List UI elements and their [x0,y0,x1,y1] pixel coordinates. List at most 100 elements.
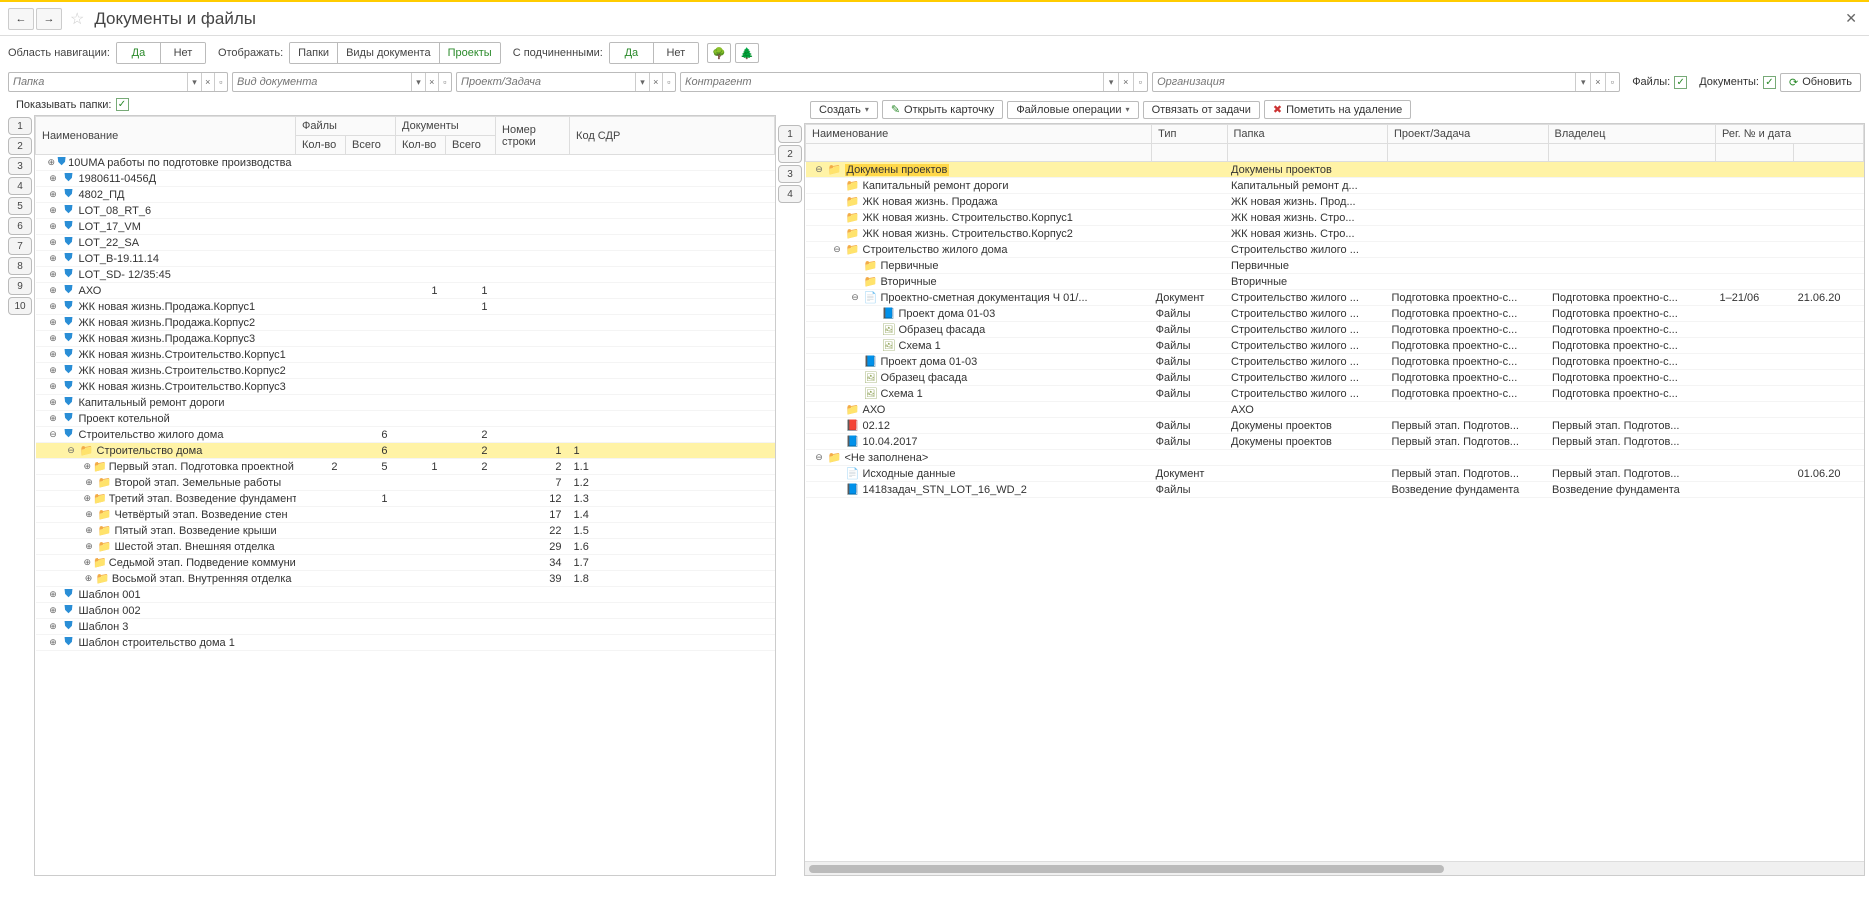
clear-icon[interactable]: × [1590,73,1605,91]
expand-icon[interactable]: ⊕ [48,317,59,328]
table-row[interactable]: ⊖⛊Строительство жилого дома62 [36,427,775,443]
level-button-3[interactable]: 3 [8,157,32,175]
clear-icon[interactable]: × [1118,73,1133,91]
table-row[interactable]: ⊕⛊Шаблон 001 [36,587,775,603]
nav-no-button[interactable]: Нет [161,43,205,63]
table-row[interactable]: ⊕📁Восьмой этап. Внутренняя отделка391.8 [36,571,775,587]
table-row[interactable]: ⊖📄Проектно-сметная документация Ч 01/...… [806,290,1864,306]
col-docs[interactable]: Документы [396,117,496,136]
expand-icon[interactable]: ⊕ [48,301,59,312]
expand-icon[interactable] [832,484,843,495]
dropdown-icon[interactable]: ▾ [1575,73,1590,91]
project-filter-input[interactable] [457,73,635,91]
expand-icon[interactable]: ⊕ [48,269,59,280]
expand-icon[interactable] [850,276,861,287]
table-row[interactable]: ⊖📁Строительство жилого домаСтроительство… [806,242,1864,258]
create-button[interactable]: Создать▾ [810,101,878,119]
dropdown-icon[interactable]: ▾ [635,73,648,91]
nav-forward-button[interactable]: → [36,8,62,30]
table-row[interactable]: ⊕⛊ЖК новая жизнь.Продажа.Корпус3 [36,331,775,347]
table-row[interactable]: 🖼Схема 1ФайлыСтроительство жилого ...Под… [806,338,1864,354]
expand-icon[interactable] [850,356,861,367]
col-owner[interactable]: Владелец [1548,125,1715,144]
expand-icon[interactable] [850,388,861,399]
expand-icon[interactable] [832,180,843,191]
col-sdr[interactable]: Код СДР [570,117,775,155]
level-button-4[interactable]: 4 [8,177,32,195]
expand-icon[interactable]: ⊕ [84,541,95,552]
expand-icon[interactable]: ⊕ [48,413,59,424]
table-row[interactable]: ⊕📁Второй этап. Земельные работы71.2 [36,475,775,491]
expand-icon[interactable]: ⊕ [48,157,56,168]
counterparty-filter-input[interactable] [681,73,1103,91]
org-filter[interactable]: ▾ × ▫ [1152,72,1620,92]
refresh-button[interactable]: ⟳ Обновить [1780,73,1861,92]
expand-icon[interactable] [832,436,843,447]
level-button-3[interactable]: 3 [778,165,802,183]
table-row[interactable]: 📄Исходные данныеДокументПервый этап. Под… [806,466,1864,482]
expand-icon[interactable]: ⊕ [84,557,92,568]
level-button-4[interactable]: 4 [778,185,802,203]
expand-icon[interactable]: ⊕ [48,621,59,632]
expand-icon[interactable]: ⊕ [48,221,59,232]
col-project[interactable]: Проект/Задача [1388,125,1549,144]
level-button-5[interactable]: 5 [8,197,32,215]
expand-icon[interactable]: ⊕ [48,253,59,264]
level-button-2[interactable]: 2 [778,145,802,163]
open-card-button[interactable]: ✎ Открыть карточку [882,100,1003,119]
table-row[interactable]: ⊕⛊4802_ПД [36,187,775,203]
expand-icon[interactable]: ⊕ [48,189,59,200]
expand-icon[interactable]: ⊕ [48,381,59,392]
expand-icon[interactable] [850,372,861,383]
table-row[interactable]: ⊕⛊ЖК новая жизнь.Продажа.Корпус11 [36,299,775,315]
table-row[interactable]: ⊕⛊Капитальный ремонт дороги [36,395,775,411]
children-yes-button[interactable]: Да [610,43,654,63]
level-button-10[interactable]: 10 [8,297,32,315]
files-checkbox[interactable]: ✓ [1674,76,1687,89]
clear-icon[interactable]: × [201,73,214,91]
expand-icon[interactable]: ⊕ [48,173,59,184]
open-icon[interactable]: ▫ [662,73,675,91]
expand-icon[interactable]: ⊕ [84,573,94,584]
expand-icon[interactable] [832,468,843,479]
nav-yes-button[interactable]: Да [117,43,161,63]
expand-icon[interactable]: ⊖ [832,244,843,255]
open-icon[interactable]: ▫ [438,73,451,91]
children-no-button[interactable]: Нет [654,43,698,63]
display-doctypes-button[interactable]: Виды документа [338,43,440,63]
tree-add-icon-button[interactable]: 🌲 [735,43,759,63]
favorite-icon[interactable]: ☆ [70,9,84,29]
display-projects-button[interactable]: Проекты [440,43,500,63]
expand-icon[interactable] [832,420,843,431]
table-row[interactable]: 📁ЖК новая жизнь. Строительство.Корпус2ЖК… [806,226,1864,242]
nav-back-button[interactable]: ← [8,8,34,30]
table-row[interactable]: 📁ЖК новая жизнь. ПродажаЖК новая жизнь. … [806,194,1864,210]
table-row[interactable]: ⊕⛊ЖК новая жизнь.Строительство.Корпус3 [36,379,775,395]
expand-icon[interactable]: ⊕ [48,285,59,296]
table-row[interactable]: 🖼Образец фасадаФайлыСтроительство жилого… [806,370,1864,386]
table-row[interactable]: ⊖📁Строительство дома6211 [36,443,775,459]
table-row[interactable]: ⊕⛊ЖК новая жизнь.Продажа.Корпус2 [36,315,775,331]
expand-icon[interactable]: ⊕ [84,525,95,536]
counterparty-filter[interactable]: ▾ × ▫ [680,72,1148,92]
expand-icon[interactable]: ⊕ [48,237,59,248]
mark-delete-button[interactable]: ✖ Пометить на удаление [1264,100,1411,119]
table-row[interactable]: 📁Капитальный ремонт дорогиКапитальный ре… [806,178,1864,194]
table-row[interactable]: 📘Проект дома 01-03ФайлыСтроительство жил… [806,354,1864,370]
table-row[interactable]: ⊕⛊ЖК новая жизнь.Строительство.Корпус2 [36,363,775,379]
table-row[interactable]: ⊕⛊LOT_08_RT_6 [36,203,775,219]
level-button-2[interactable]: 2 [8,137,32,155]
col-files[interactable]: Файлы [296,117,396,136]
table-row[interactable]: 📁ВторичныеВторичные [806,274,1864,290]
dropdown-icon[interactable]: ▾ [1103,73,1118,91]
expand-icon[interactable]: ⊕ [84,509,95,520]
col-name[interactable]: Наименование [36,117,296,155]
dropdown-icon[interactable]: ▾ [411,73,424,91]
open-icon[interactable]: ▫ [214,73,227,91]
close-button[interactable]: ✕ [1841,6,1861,31]
expand-icon[interactable]: ⊕ [48,605,59,616]
table-row[interactable]: 📕02.12ФайлыДокумены проектовПервый этап.… [806,418,1864,434]
table-row[interactable]: ⊕📁Четвёртый этап. Возведение стен171.4 [36,507,775,523]
expand-icon[interactable]: ⊖ [814,452,825,463]
table-row[interactable]: 📘10.04.2017ФайлыДокумены проектовПервый … [806,434,1864,450]
